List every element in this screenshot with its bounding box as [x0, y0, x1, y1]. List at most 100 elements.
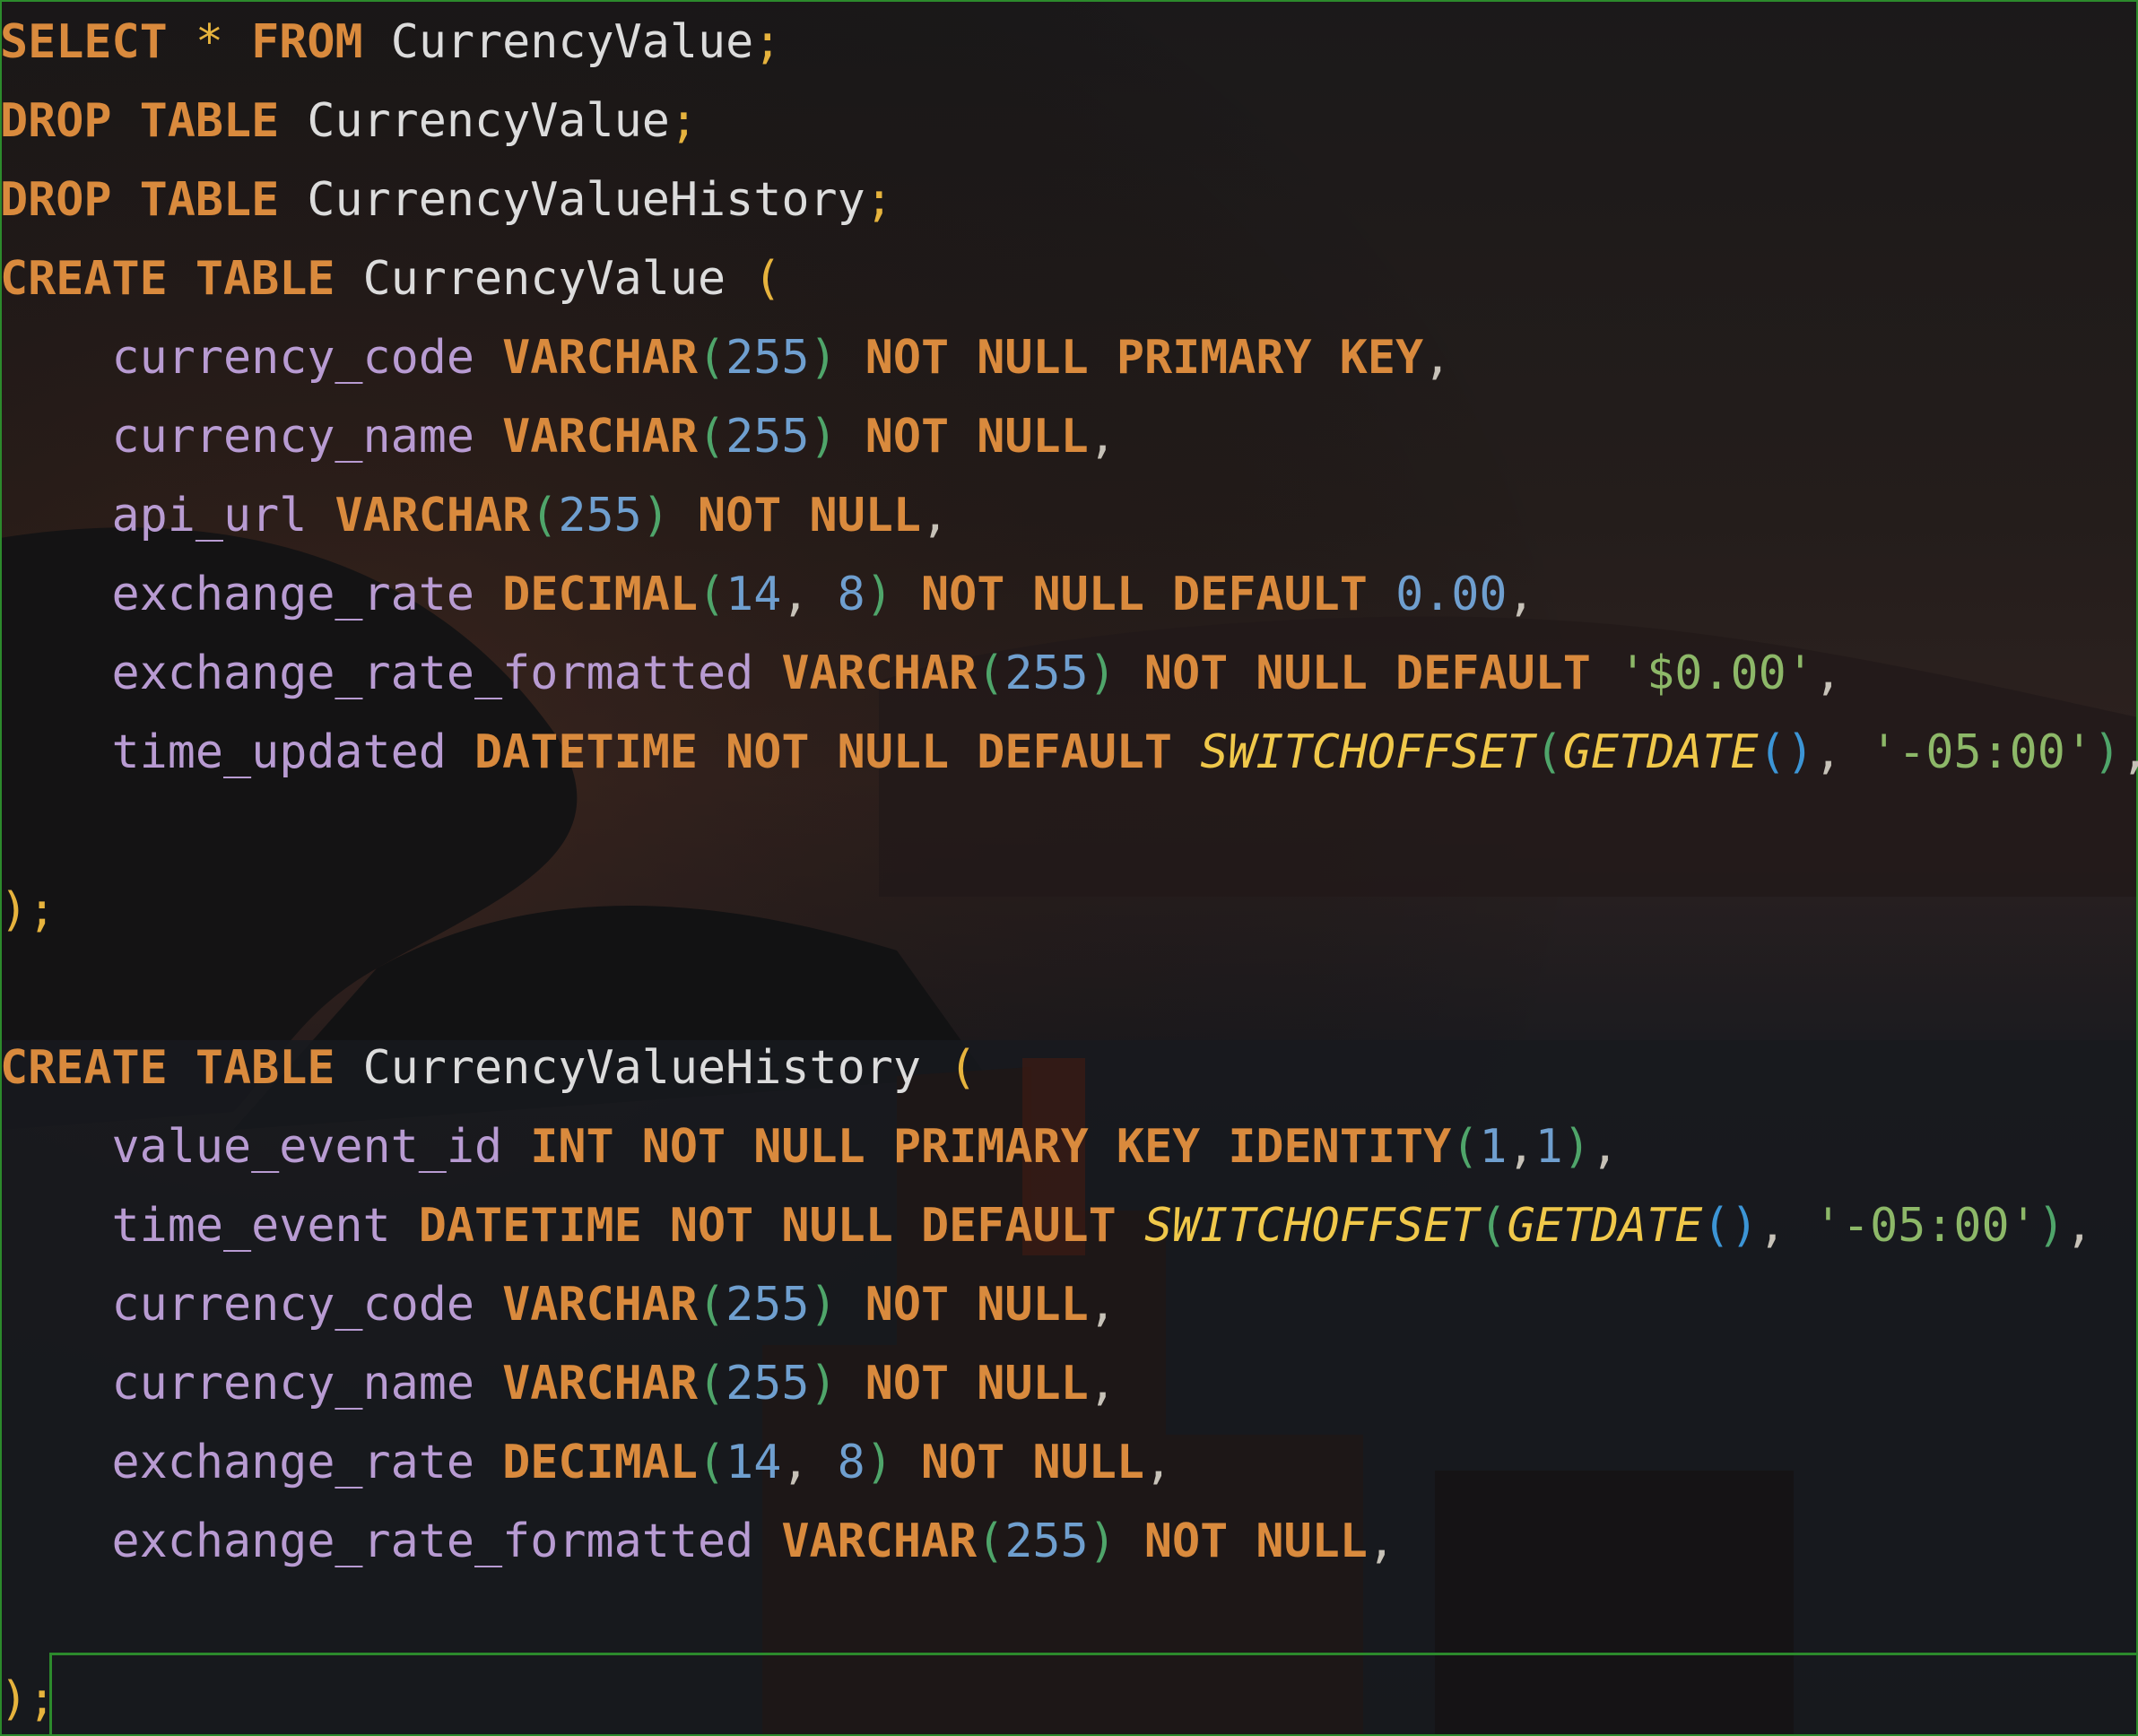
- code-token: exchange_rate: [111, 1436, 475, 1489]
- code-token: NOT: [865, 1278, 950, 1332]
- code-token: GETDATE: [1507, 1199, 1703, 1253]
- code-token: NOT: [865, 410, 950, 464]
- code-line[interactable]: DROP TABLE CurrencyValueHistory;: [0, 164, 893, 236]
- code-token: NOT: [1143, 1515, 1229, 1568]
- code-line[interactable]: exchange_rate DECIMAL(14, 8) NOT NULL DE…: [0, 559, 1534, 630]
- code-line[interactable]: exchange_rate DECIMAL(14, 8) NOT NULL,: [0, 1427, 1172, 1498]
- code-token: time_event: [111, 1199, 391, 1253]
- code-line[interactable]: currency_name VARCHAR(255) NOT NULL,: [0, 1348, 1116, 1419]
- code-token: ,: [1813, 647, 1842, 700]
- code-token: currency_name: [111, 410, 475, 464]
- code-line[interactable]: CREATE TABLE CurrencyValue (: [0, 243, 781, 315]
- code-token: ): [865, 1436, 893, 1489]
- code-token: TABLE: [139, 173, 280, 227]
- code-token: KEY: [1116, 1120, 1201, 1174]
- code-line[interactable]: api_url VARCHAR(255) NOT NULL,: [0, 480, 949, 551]
- code-token: (: [1534, 725, 1563, 779]
- code-token: api_url: [111, 489, 308, 542]
- code-token: (: [698, 568, 726, 621]
- code-line[interactable]: value_event_id INT NOT NULL PRIMARY KEY …: [0, 1111, 1619, 1183]
- code-token: (: [1451, 1120, 1480, 1174]
- code-token: 14: [726, 1436, 782, 1489]
- code-line[interactable]: time_updated DATETIME NOT NULL DEFAULT S…: [0, 716, 2138, 788]
- code-token: NOT: [1143, 647, 1229, 700]
- code-token: 255: [1004, 1515, 1089, 1568]
- code-token: ): [1088, 647, 1117, 700]
- code-token: ): [1088, 1515, 1117, 1568]
- code-token: currency_name: [111, 1357, 475, 1410]
- code-token: NOT: [641, 1120, 726, 1174]
- code-token: exchange_rate_formatted: [111, 1515, 754, 1568]
- code-token: DEFAULT: [920, 1199, 1117, 1253]
- code-token: VARCHAR: [781, 647, 978, 700]
- code-token: NULL: [1032, 568, 1144, 621]
- code-token: exchange_rate_formatted: [111, 647, 754, 700]
- code-token: *: [195, 15, 223, 69]
- code-token: NOT: [921, 568, 1005, 621]
- code-token: 8: [837, 1436, 865, 1489]
- code-token: ,: [781, 1436, 838, 1489]
- code-token: ;: [28, 1672, 56, 1726]
- code-token: ;: [753, 15, 782, 69]
- code-line[interactable]: exchange_rate_formatted VARCHAR(255) NOT…: [0, 638, 1842, 709]
- code-line[interactable]: CREATE TABLE CurrencyValueHistory (: [0, 1032, 977, 1104]
- code-token: ): [865, 568, 893, 621]
- code-line[interactable]: currency_name VARCHAR(255) NOT NULL,: [0, 401, 1116, 473]
- code-line[interactable]: );: [0, 1663, 56, 1735]
- code-token: DECIMAL: [502, 1436, 698, 1489]
- code-token: ,: [1143, 1436, 1173, 1489]
- code-token: ;: [28, 883, 56, 937]
- code-token: NOT: [865, 331, 950, 385]
- code-token: NOT: [921, 1436, 1005, 1489]
- code-line[interactable]: time_event DATETIME NOT NULL DEFAULT SWI…: [0, 1190, 2093, 1262]
- code-line[interactable]: SELECT * FROM CurrencyValue;: [0, 6, 781, 78]
- code-token: exchange_rate: [111, 568, 475, 621]
- code-token: CREATE: [0, 1041, 168, 1095]
- code-token: ): [809, 1357, 838, 1410]
- code-token: VARCHAR: [502, 410, 698, 464]
- code-token: (: [753, 252, 782, 306]
- code-token: NULL: [781, 1199, 893, 1253]
- code-token: '$0.00': [1618, 647, 1814, 700]
- code-line[interactable]: currency_code VARCHAR(255) NOT NULL PRIM…: [0, 322, 1451, 394]
- code-line[interactable]: );: [0, 874, 56, 946]
- code-token: NOT: [726, 725, 810, 779]
- code-token: NULL: [1256, 1515, 1368, 1568]
- code-token: '-05:00': [1870, 725, 2094, 779]
- code-token: ,: [1758, 1199, 1814, 1253]
- code-token: 14: [726, 568, 782, 621]
- code-token: ): [2037, 1199, 2065, 1253]
- code-token: 255: [726, 1357, 810, 1410]
- code-token: (): [1702, 1199, 1759, 1253]
- code-token: ,: [921, 489, 950, 542]
- code-token: DECIMAL: [502, 568, 698, 621]
- code-token: CurrencyValueHistory: [307, 173, 865, 227]
- code-line[interactable]: exchange_rate_formatted VARCHAR(255) NOT…: [0, 1506, 1395, 1577]
- code-line[interactable]: currency_code VARCHAR(255) NOT NULL,: [0, 1269, 1116, 1341]
- code-token: KEY: [1339, 331, 1424, 385]
- code-line[interactable]: DROP TABLE CurrencyValue;: [0, 85, 698, 157]
